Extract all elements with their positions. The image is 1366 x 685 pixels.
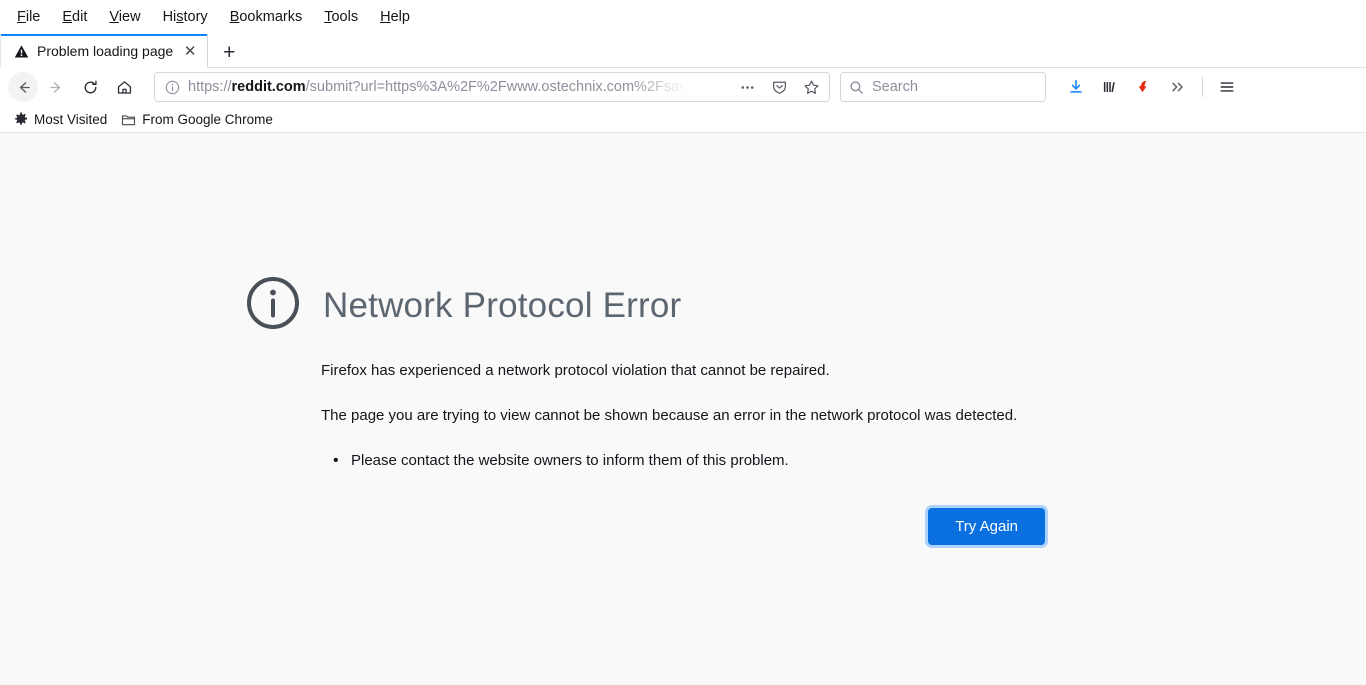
menu-item-history[interactable]: History bbox=[154, 5, 217, 29]
url-text-wrapper: https://reddit.com/submit?url=https%3A%2… bbox=[188, 77, 727, 97]
url-scheme: https:// bbox=[188, 79, 232, 95]
menu-bar: File Edit View History Bookmarks Tools H… bbox=[0, 0, 1366, 33]
library-icon[interactable] bbox=[1094, 72, 1126, 102]
error-header: Network Protocol Error bbox=[245, 273, 1045, 331]
bookmark-label: From Google Chrome bbox=[142, 112, 273, 127]
url-bar[interactable]: https://reddit.com/submit?url=https%3A%2… bbox=[154, 72, 830, 102]
hamburger-menu-icon[interactable] bbox=[1211, 72, 1243, 102]
menu-item-edit[interactable]: Edit bbox=[53, 5, 96, 29]
error-actions: Try Again bbox=[321, 509, 1045, 544]
info-circle-large-icon bbox=[245, 275, 301, 331]
url-path: /submit?url=https%3A%2F%2Fwww.ostechnix.… bbox=[306, 79, 687, 95]
menu-item-file[interactable]: File bbox=[8, 5, 49, 29]
navigation-toolbar: https://reddit.com/submit?url=https%3A%2… bbox=[0, 68, 1366, 106]
error-body: Firefox has experienced a network protoc… bbox=[321, 360, 1045, 544]
pocket-shield-icon[interactable] bbox=[767, 75, 791, 99]
star-icon[interactable] bbox=[799, 75, 823, 99]
bookmark-most-visited[interactable]: Most Visited bbox=[8, 109, 113, 130]
folder-icon bbox=[121, 112, 136, 127]
downloads-arrow-icon[interactable] bbox=[1060, 72, 1092, 102]
error-paragraph-2: The page you are trying to view cannot b… bbox=[321, 405, 1045, 427]
tab-strip: Problem loading page ✕ + bbox=[0, 33, 1366, 68]
warning-triangle-icon bbox=[13, 43, 29, 59]
new-tab-button[interactable]: + bbox=[214, 38, 244, 68]
menu-item-tools[interactable]: Tools bbox=[315, 5, 367, 29]
reload-icon[interactable] bbox=[74, 72, 106, 102]
search-bar[interactable]: Search bbox=[840, 72, 1046, 102]
error-paragraph-1: Firefox has experienced a network protoc… bbox=[321, 360, 1045, 382]
home-icon[interactable] bbox=[108, 72, 140, 102]
search-input[interactable]: Search bbox=[872, 79, 918, 95]
menu-item-view[interactable]: View bbox=[100, 5, 149, 29]
error-suggestion-list: Please contact the website owners to inf… bbox=[329, 450, 1045, 472]
red-download-arrow-icon[interactable] bbox=[1128, 72, 1160, 102]
search-icon bbox=[849, 80, 864, 95]
url-text: https://reddit.com/submit?url=https%3A%2… bbox=[188, 79, 686, 95]
try-again-button[interactable]: Try Again bbox=[929, 509, 1044, 544]
gear-icon bbox=[14, 112, 28, 126]
menu-item-help[interactable]: Help bbox=[371, 5, 419, 29]
ellipsis-icon[interactable] bbox=[735, 75, 759, 99]
bookmarks-bar: Most Visited From Google Chrome bbox=[0, 106, 1366, 133]
network-error-page: Network Protocol Error Firefox has exper… bbox=[245, 273, 1045, 544]
bookmark-label: Most Visited bbox=[34, 112, 107, 127]
back-arrow-icon[interactable] bbox=[8, 72, 38, 102]
forward-arrow-icon[interactable] bbox=[40, 72, 72, 102]
double-chevron-icon[interactable] bbox=[1162, 72, 1194, 102]
url-host: reddit.com bbox=[232, 79, 306, 95]
bookmark-from-google-chrome[interactable]: From Google Chrome bbox=[115, 109, 279, 130]
toolbar-divider bbox=[1202, 77, 1203, 97]
list-item: Please contact the website owners to inf… bbox=[329, 450, 1045, 472]
content-area: Network Protocol Error Firefox has exper… bbox=[0, 133, 1366, 685]
info-circle-icon[interactable] bbox=[165, 80, 180, 95]
toolbar-right-icons bbox=[1060, 72, 1243, 102]
tab-problem-loading-page[interactable]: Problem loading page ✕ bbox=[0, 34, 208, 68]
tab-close-icon[interactable]: ✕ bbox=[181, 42, 199, 60]
menu-item-bookmarks[interactable]: Bookmarks bbox=[221, 5, 312, 29]
tab-title: Problem loading page bbox=[37, 43, 173, 59]
page-title: Network Protocol Error bbox=[323, 273, 681, 327]
